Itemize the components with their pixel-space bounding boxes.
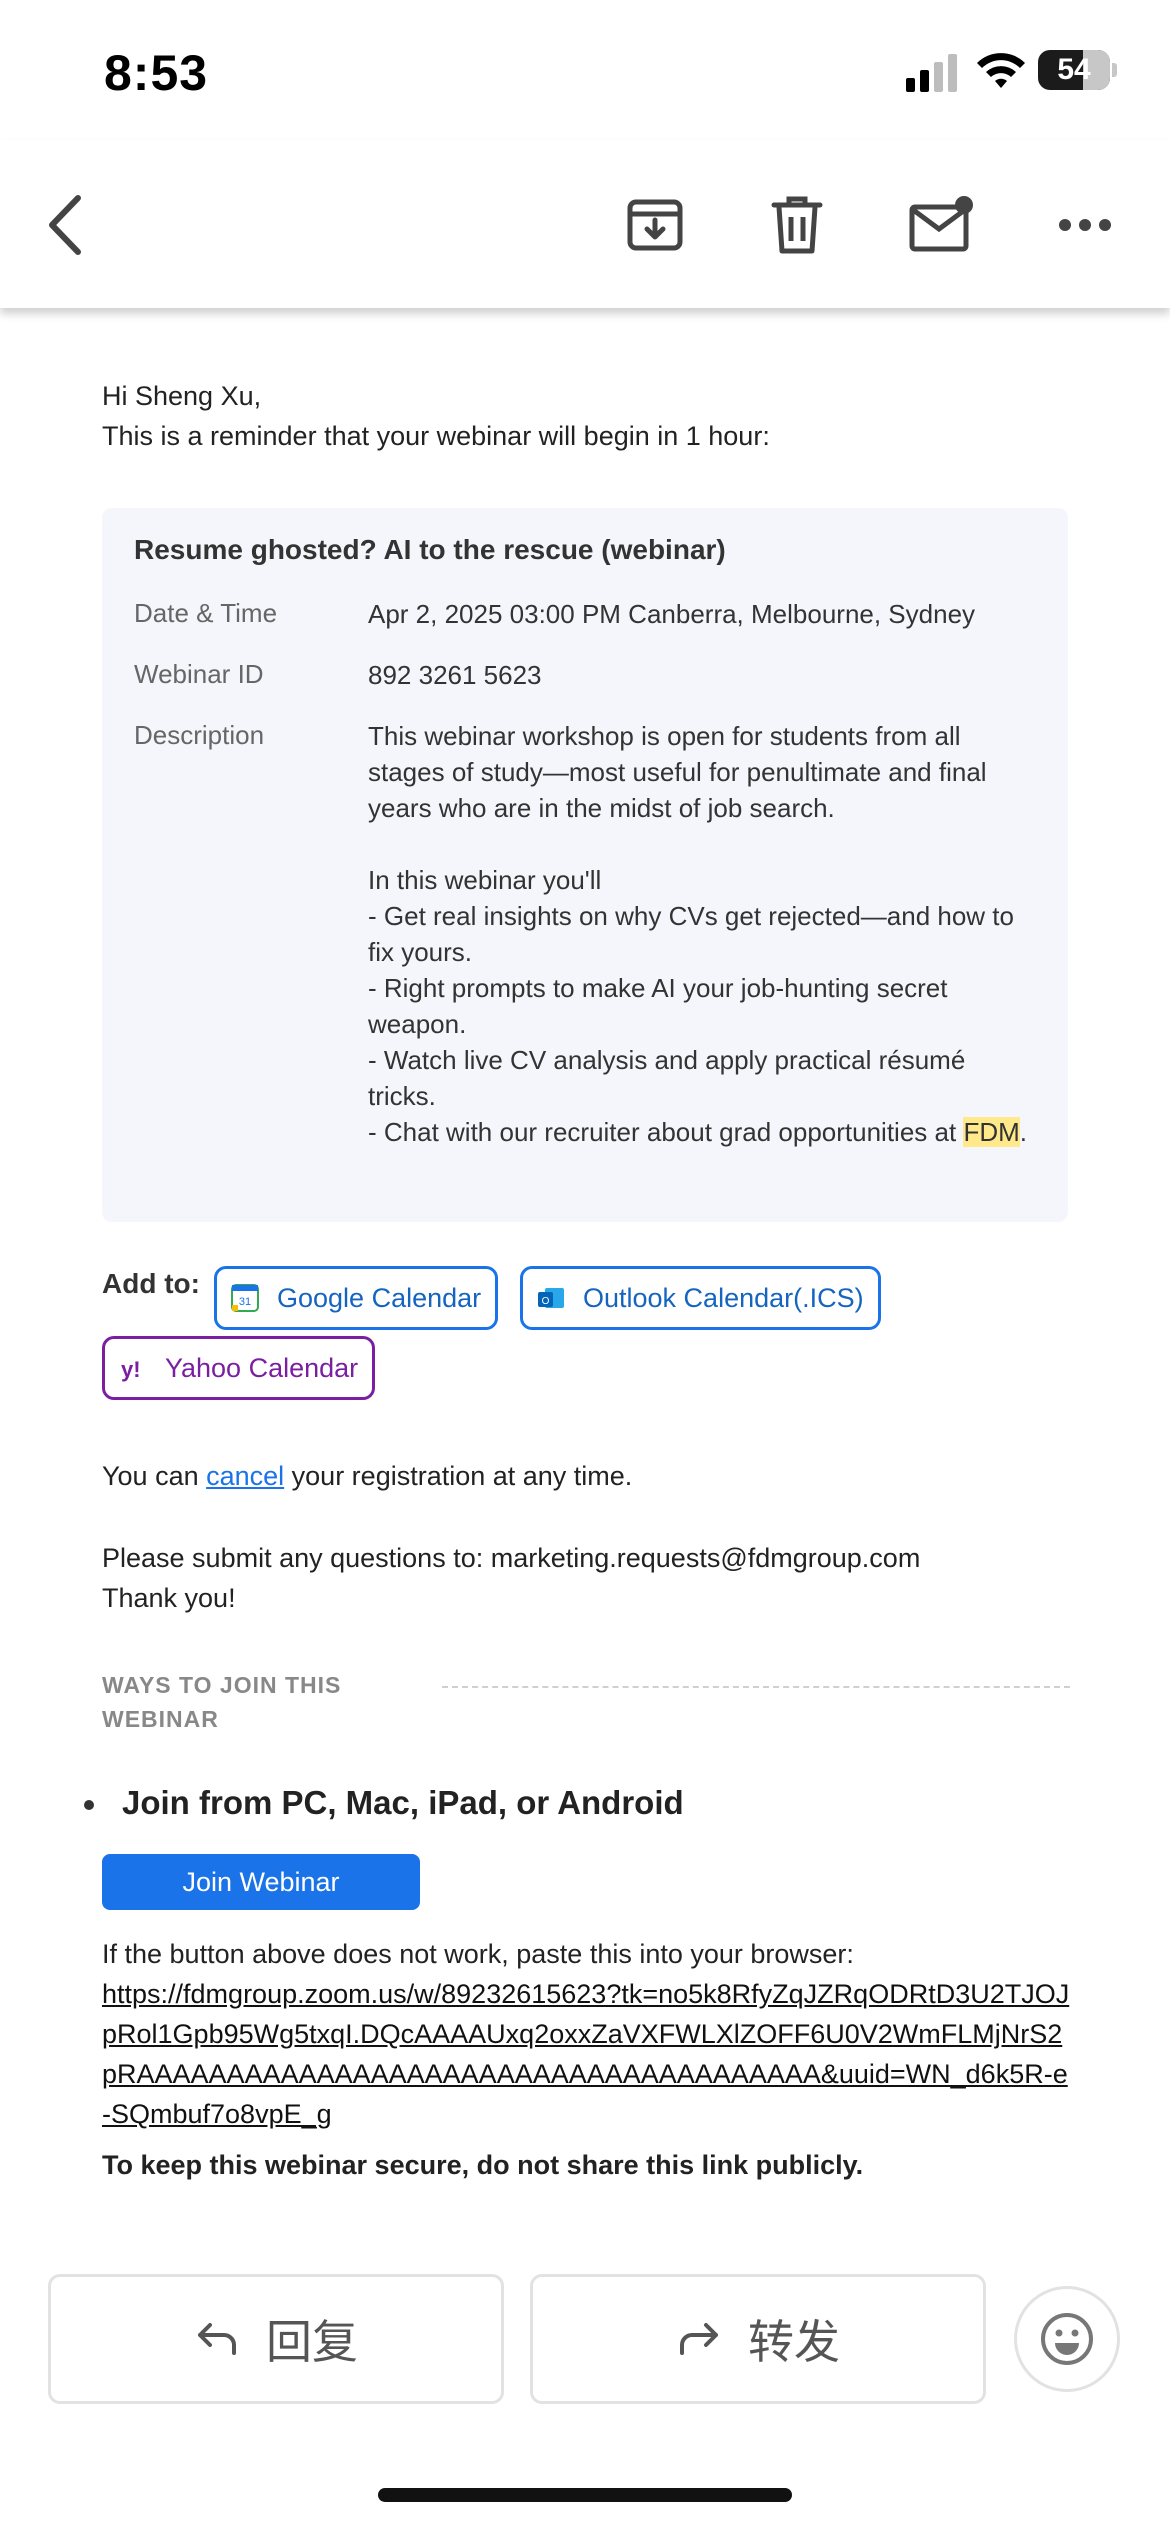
outlook-calendar-icon: O xyxy=(538,1288,564,1308)
description-bullet: - Right prompts to make AI your job-hunt… xyxy=(368,973,948,1039)
webinar-id-label: Webinar ID xyxy=(134,659,264,689)
greeting-line: Hi Sheng Xu, xyxy=(102,381,262,411)
webinar-title: Resume ghosted? AI to the rescue (webina… xyxy=(134,534,726,565)
google-calendar-label: Google Calendar xyxy=(277,1282,482,1313)
home-indicator[interactable] xyxy=(378,2488,792,2502)
forward-arrow-icon xyxy=(676,2319,722,2359)
svg-text:31: 31 xyxy=(239,1296,251,1308)
intro-line: This is a reminder that your webinar wil… xyxy=(102,421,770,451)
description-intro: In this webinar you'll xyxy=(368,865,602,895)
description-bullet: - Get real insights on why CVs get rejec… xyxy=(368,901,1014,967)
back-icon[interactable] xyxy=(30,190,100,260)
smiley-icon xyxy=(1041,2313,1093,2365)
emoji-reaction-button[interactable] xyxy=(1014,2286,1120,2392)
fallback-instructions: If the button above does not work, paste… xyxy=(102,1934,1072,2134)
outlook-calendar-button[interactable]: O Outlook Calendar(.ICS) xyxy=(520,1266,881,1330)
reply-button[interactable]: 回复 xyxy=(48,2274,504,2404)
bullet-icon xyxy=(84,1800,94,1810)
webinar-id-value: 892 3261 5623 xyxy=(368,660,542,690)
highlighted-fdm: FDM xyxy=(963,1117,1020,1147)
google-calendar-icon: 31 xyxy=(231,1284,259,1312)
divider xyxy=(442,1686,1070,1688)
archive-icon[interactable] xyxy=(620,190,690,260)
add-to-label: Add to: xyxy=(102,1268,200,1299)
yahoo-calendar-label: Yahoo Calendar xyxy=(165,1352,359,1383)
trash-icon[interactable] xyxy=(762,190,832,260)
status-time: 8:53 xyxy=(104,45,209,101)
description-paragraph: This webinar workshop is open for studen… xyxy=(368,721,987,823)
battery-icon: 54 xyxy=(1038,50,1110,90)
join-webinar-button[interactable]: Join Webinar xyxy=(102,1854,420,1910)
join-from-heading: Join from PC, Mac, iPad, or Android xyxy=(122,1784,684,1821)
webinar-info-card: Resume ghosted? AI to the rescue (webina… xyxy=(102,508,1068,1222)
ways-to-join-heading: WAYS TO JOIN THIS WEBINAR xyxy=(102,1672,342,1732)
battery-level: 54 xyxy=(1057,53,1091,86)
yahoo-icon: y! xyxy=(121,1357,141,1382)
questions-line: Please submit any questions to: marketin… xyxy=(102,1543,921,1573)
cancel-text: You can cancel your registration at any … xyxy=(102,1461,633,1491)
description-bullet: - Chat with our recruiter about grad opp… xyxy=(368,1117,1027,1147)
wifi-icon xyxy=(977,53,1025,88)
cancel-link[interactable]: cancel xyxy=(206,1461,284,1491)
fallback-text: If the button above does not work, paste… xyxy=(102,1939,854,1969)
date-label: Date & Time xyxy=(134,598,278,628)
svg-text:O: O xyxy=(542,1296,550,1307)
security-note: To keep this webinar secure, do not shar… xyxy=(102,2150,864,2180)
date-value: Apr 2, 2025 03:00 PM Canberra, Melbourne… xyxy=(368,599,976,629)
status-bar: 8:53 54 xyxy=(0,0,1170,140)
description-text: This webinar workshop is open for studen… xyxy=(368,718,1038,1150)
questions-text: Please submit any questions to: marketin… xyxy=(102,1538,920,1618)
reply-label: 回复 xyxy=(266,2316,358,2368)
outlook-calendar-label: Outlook Calendar(.ICS) xyxy=(583,1282,864,1313)
forward-label: 转发 xyxy=(748,2316,840,2368)
more-icon[interactable] xyxy=(1050,190,1120,260)
google-calendar-button[interactable]: 31 Google Calendar xyxy=(214,1266,499,1330)
forward-button[interactable]: 转发 xyxy=(530,2274,986,2404)
description-bullet: - Watch live CV analysis and apply pract… xyxy=(368,1045,966,1111)
cellular-signal-icon xyxy=(906,52,958,92)
thanks-line: Thank you! xyxy=(102,1583,236,1613)
yahoo-calendar-button[interactable]: y! Yahoo Calendar xyxy=(102,1336,376,1400)
mark-unread-icon[interactable] xyxy=(906,190,976,260)
reply-arrow-icon xyxy=(194,2319,240,2359)
email-toolbar xyxy=(0,140,1170,308)
email-greeting: Hi Sheng Xu, This is a reminder that you… xyxy=(102,376,1070,456)
description-label: Description xyxy=(134,720,265,750)
svg-text:y!: y! xyxy=(121,1357,141,1382)
join-url-link[interactable]: https://fdmgroup.zoom.us/w/89232615623?t… xyxy=(102,1974,1072,2134)
